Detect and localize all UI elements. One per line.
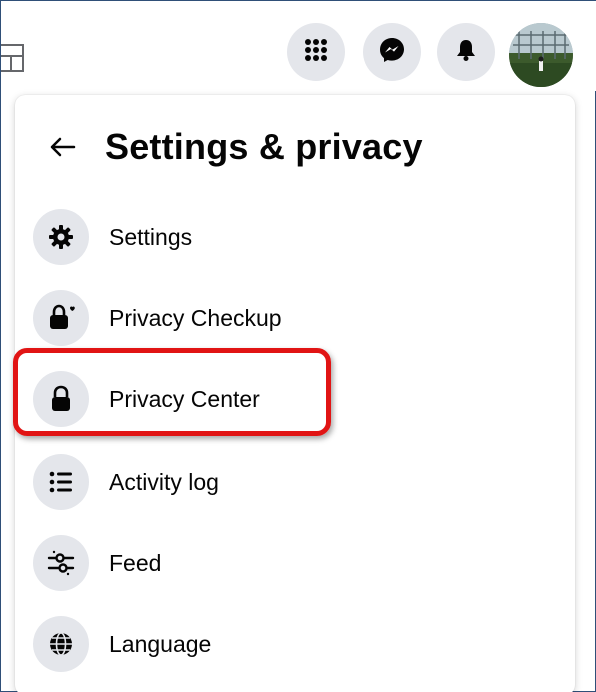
- back-arrow-icon[interactable]: [45, 130, 79, 164]
- sliders-icon: [33, 535, 89, 591]
- menu-item-privacy-checkup[interactable]: Privacy Checkup: [33, 286, 333, 350]
- page-title: Settings & privacy: [105, 126, 423, 167]
- highlight-annotation: [13, 348, 331, 436]
- notifications-button[interactable]: [437, 23, 495, 81]
- top-navigation-bar: [0, 1, 596, 91]
- menu-item-label: Activity log: [109, 468, 219, 495]
- gear-icon: [33, 209, 89, 265]
- menu-item-language[interactable]: Language: [33, 612, 333, 676]
- menu-grid-icon: [303, 37, 329, 68]
- messenger-button[interactable]: [363, 23, 421, 81]
- window-frame: Settings & privacy Settings Privacy Chec…: [0, 0, 596, 692]
- list-icon: [33, 454, 89, 510]
- panel-header: Settings & privacy: [45, 125, 423, 169]
- menu-item-settings[interactable]: Settings: [33, 205, 333, 269]
- menu-item-label: Privacy Checkup: [109, 304, 282, 331]
- lock-heart-icon: [33, 290, 89, 346]
- menu-item-label: Settings: [109, 223, 193, 250]
- notifications-bell-icon: [453, 37, 479, 68]
- messenger-icon: [378, 36, 406, 69]
- menu-item-activity-log[interactable]: Activity log: [33, 450, 333, 514]
- profile-avatar[interactable]: [509, 23, 573, 87]
- menu-grid-button[interactable]: [287, 23, 345, 81]
- menu-item-label: Feed: [109, 549, 162, 576]
- globe-icon: [33, 616, 89, 672]
- menu-item-feed[interactable]: Feed: [33, 531, 333, 595]
- pages-icon[interactable]: [0, 41, 39, 79]
- menu-item-label: Language: [109, 630, 212, 657]
